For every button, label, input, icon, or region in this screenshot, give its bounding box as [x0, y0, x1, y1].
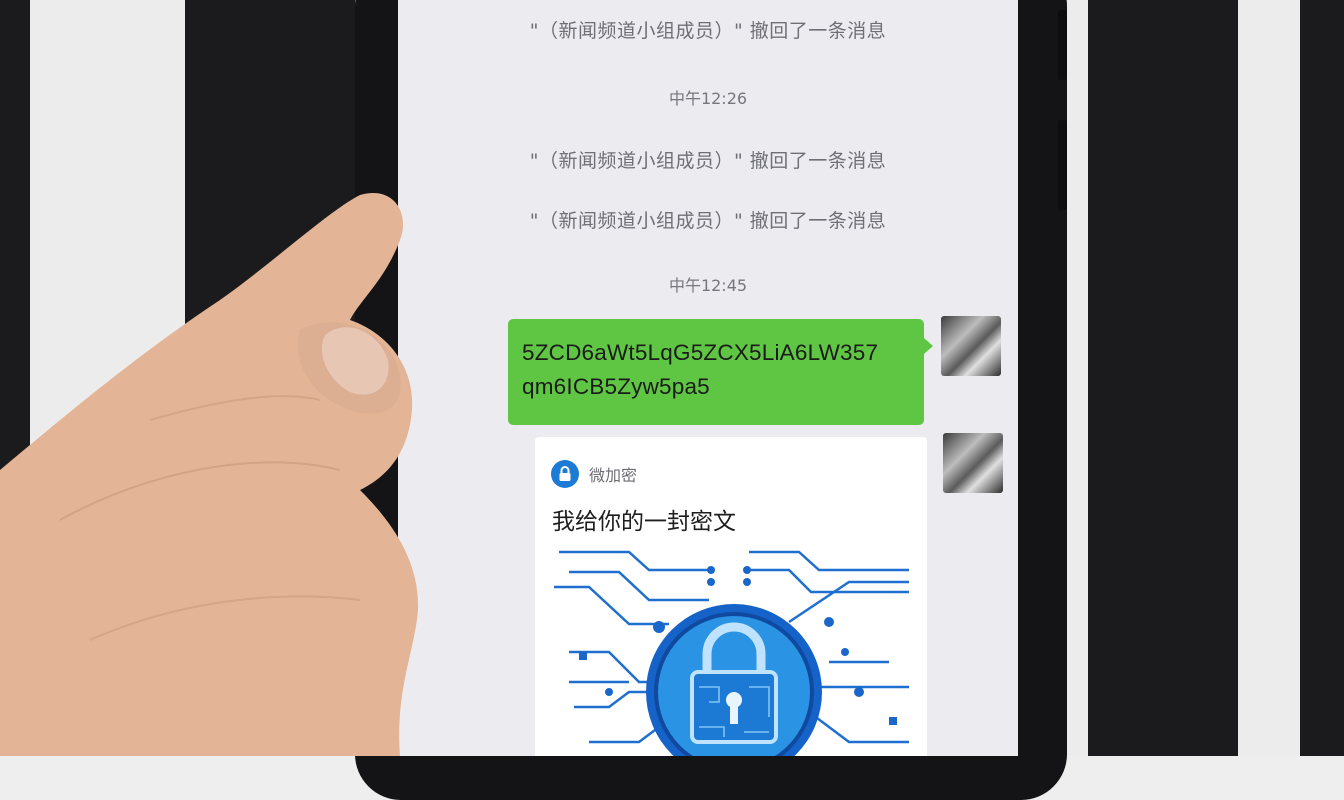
hand-photo [0, 193, 419, 756]
